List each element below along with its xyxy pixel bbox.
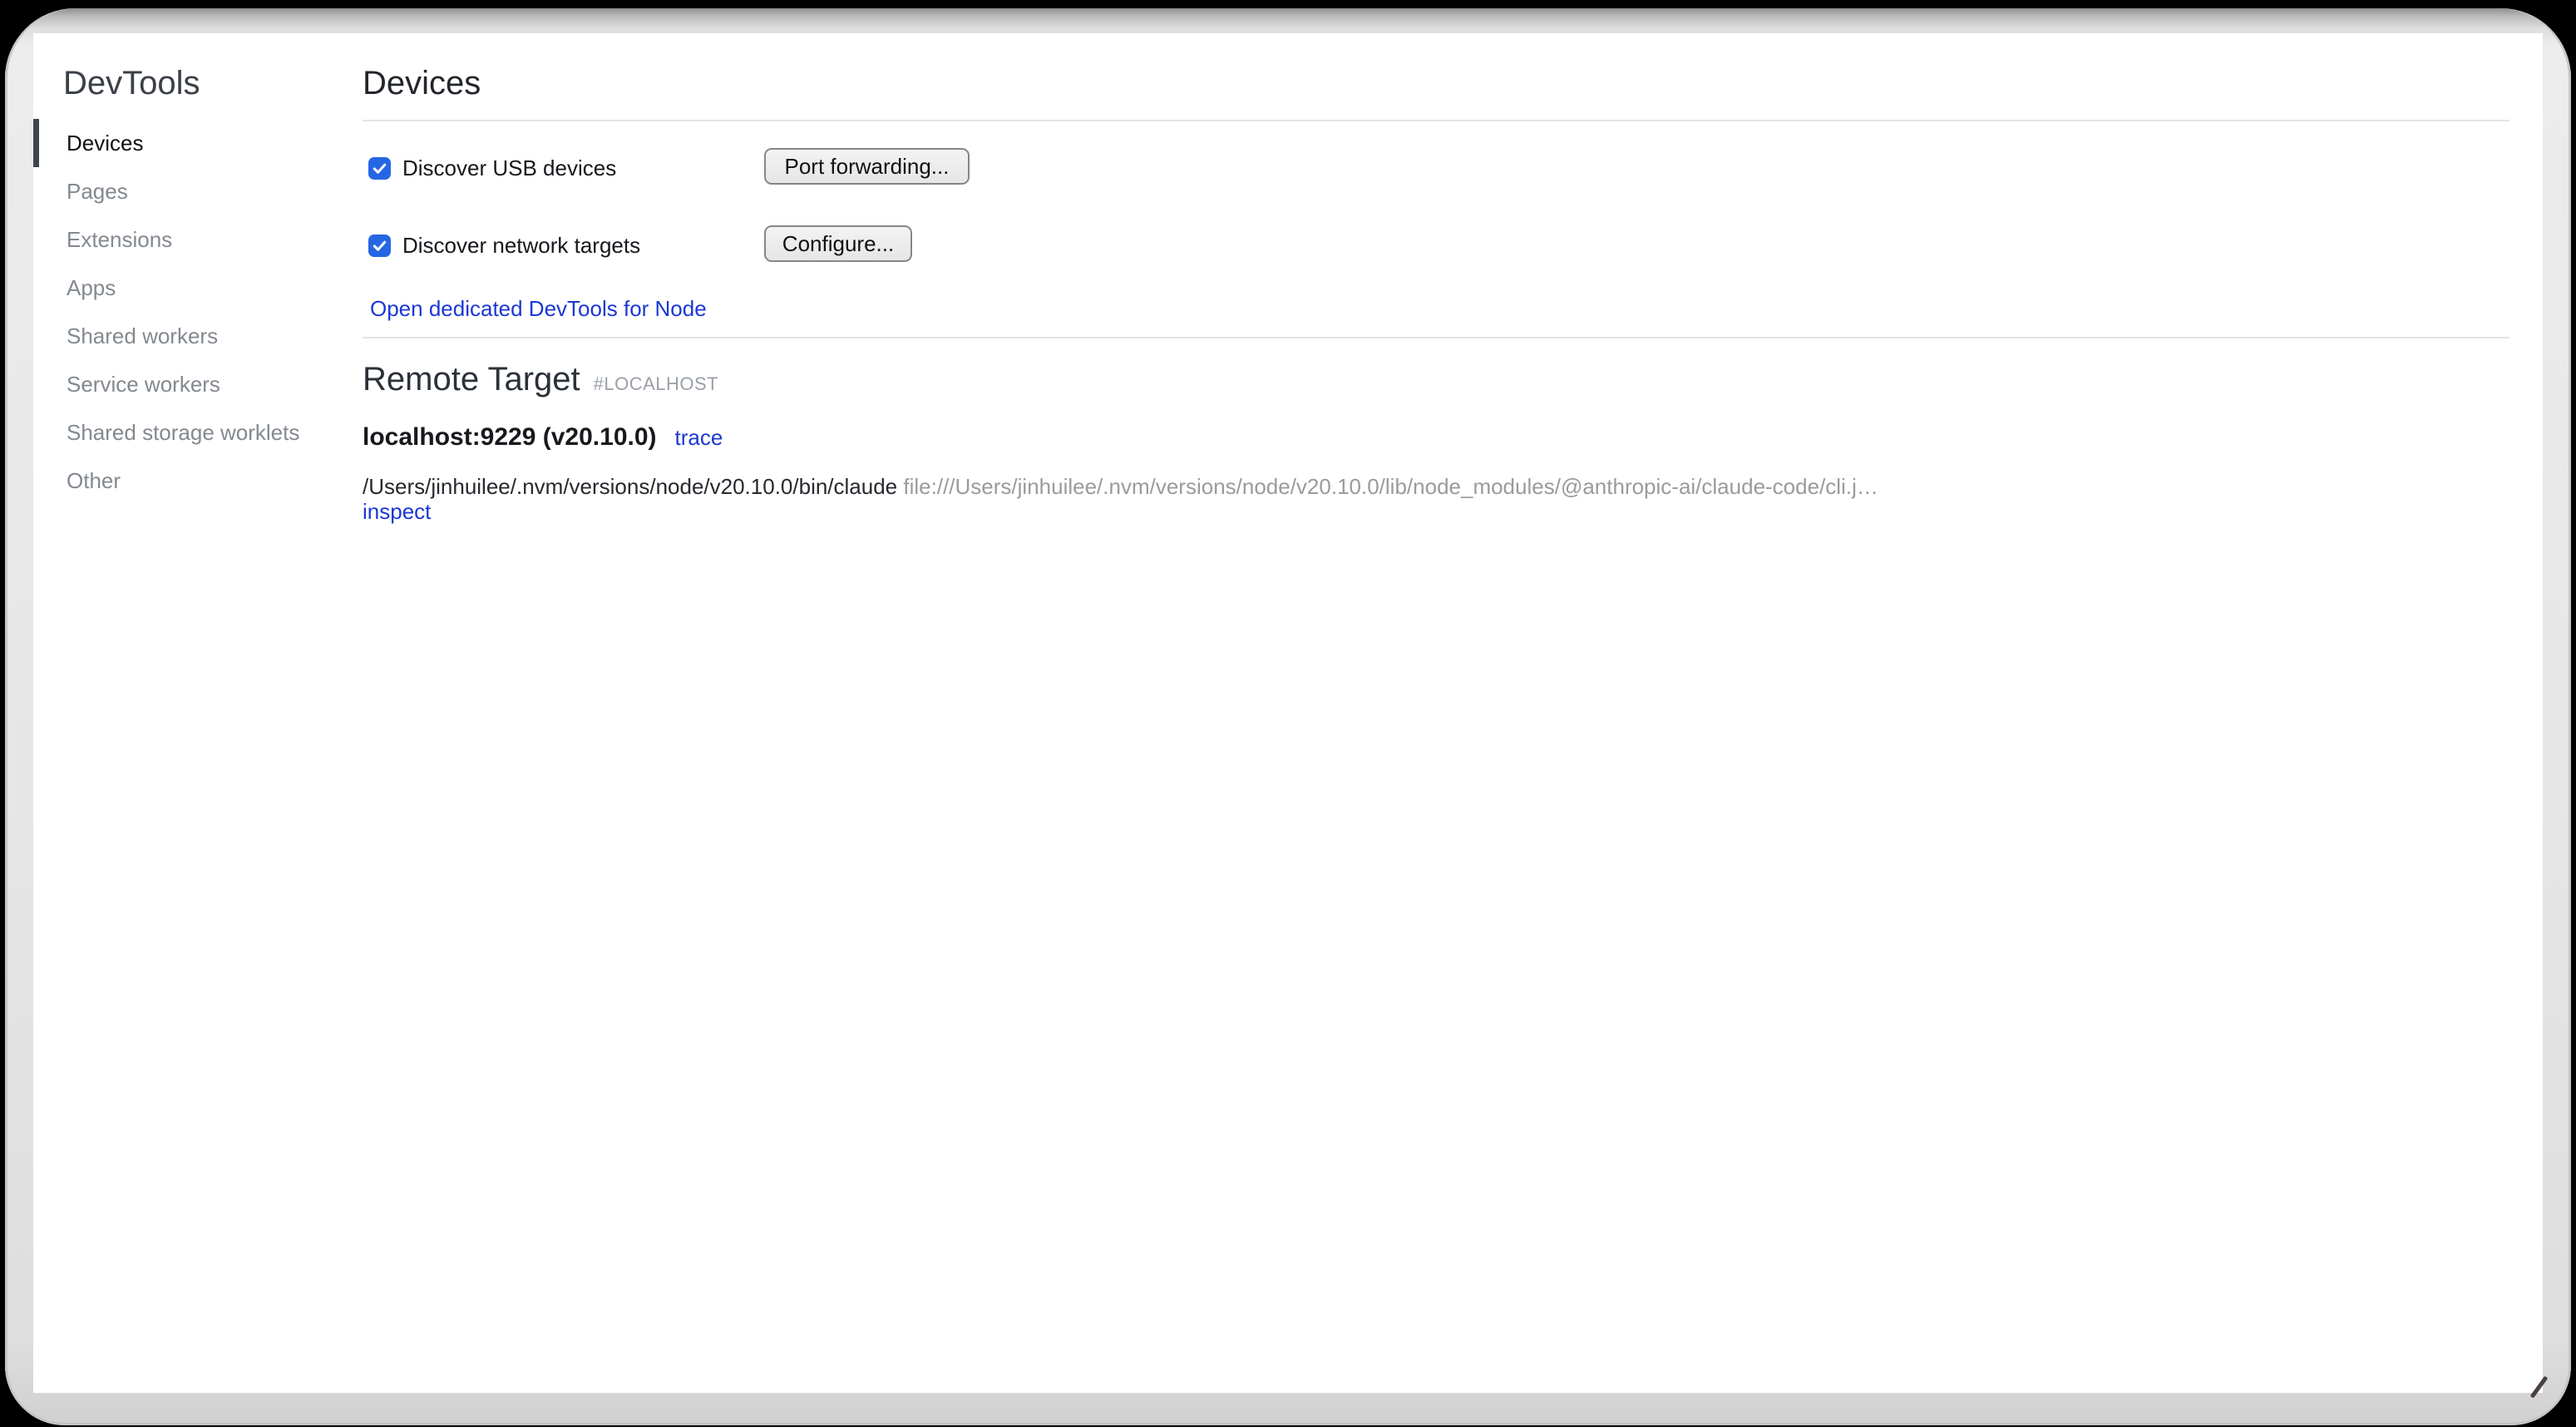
discover-network-checkbox[interactable]	[368, 235, 391, 257]
discover-network-row: Discover network targets	[368, 231, 640, 259]
remote-target-entry: localhost:9229 (v20.10.0) trace	[363, 422, 723, 452]
trace-link[interactable]: trace	[675, 422, 723, 452]
discover-network-label: Discover network targets	[402, 233, 640, 259]
sidebar-item-service-workers[interactable]: Service workers	[33, 360, 329, 408]
checkmark-icon	[372, 238, 387, 254]
open-node-devtools-link[interactable]: Open dedicated DevTools for Node	[370, 296, 707, 321]
devtools-window: DevTools Devices Pages Extensions Apps S…	[5, 8, 2571, 1425]
sidebar-item-shared-storage-worklets[interactable]: Shared storage worklets	[33, 408, 329, 457]
sidebar-item-pages[interactable]: Pages	[33, 167, 329, 215]
inspect-link[interactable]: inspect	[363, 499, 431, 524]
sidebar-item-other[interactable]: Other	[33, 457, 329, 505]
discover-usb-row: Discover USB devices	[368, 154, 616, 182]
sidebar-item-apps[interactable]: Apps	[33, 264, 329, 312]
discover-usb-checkbox[interactable]	[368, 157, 391, 180]
module-url: file:///Users/jinhuilee/.nvm/versions/no…	[903, 474, 1878, 499]
target-name: localhost:9229 (v20.10.0)	[363, 422, 657, 452]
sidebar-item-extensions[interactable]: Extensions	[33, 215, 329, 264]
remote-target-tag: #LOCALHOST	[594, 364, 719, 404]
title-divider	[363, 120, 2509, 121]
port-forwarding-button[interactable]: Port forwarding...	[764, 148, 970, 185]
page-title: Devices	[363, 63, 481, 103]
checkmark-icon	[372, 160, 387, 176]
inspect-page: DevTools Devices Pages Extensions Apps S…	[33, 33, 2543, 1393]
remote-target-title: Remote Target	[363, 359, 580, 399]
discover-usb-label: Discover USB devices	[402, 156, 616, 181]
process-path: /Users/jinhuilee/.nvm/versions/node/v20.…	[363, 474, 897, 499]
window-resize-grip[interactable]	[2530, 1375, 2549, 1398]
target-description: /Users/jinhuilee/.nvm/versions/node/v20.…	[363, 474, 2493, 499]
app-title: DevTools	[63, 63, 200, 103]
sidebar-item-devices[interactable]: Devices	[33, 119, 329, 167]
remote-target-heading: Remote Target #LOCALHOST	[363, 359, 718, 404]
configure-button[interactable]: Configure...	[764, 225, 912, 262]
section-divider	[363, 337, 2509, 338]
sidebar-item-shared-workers[interactable]: Shared workers	[33, 312, 329, 360]
